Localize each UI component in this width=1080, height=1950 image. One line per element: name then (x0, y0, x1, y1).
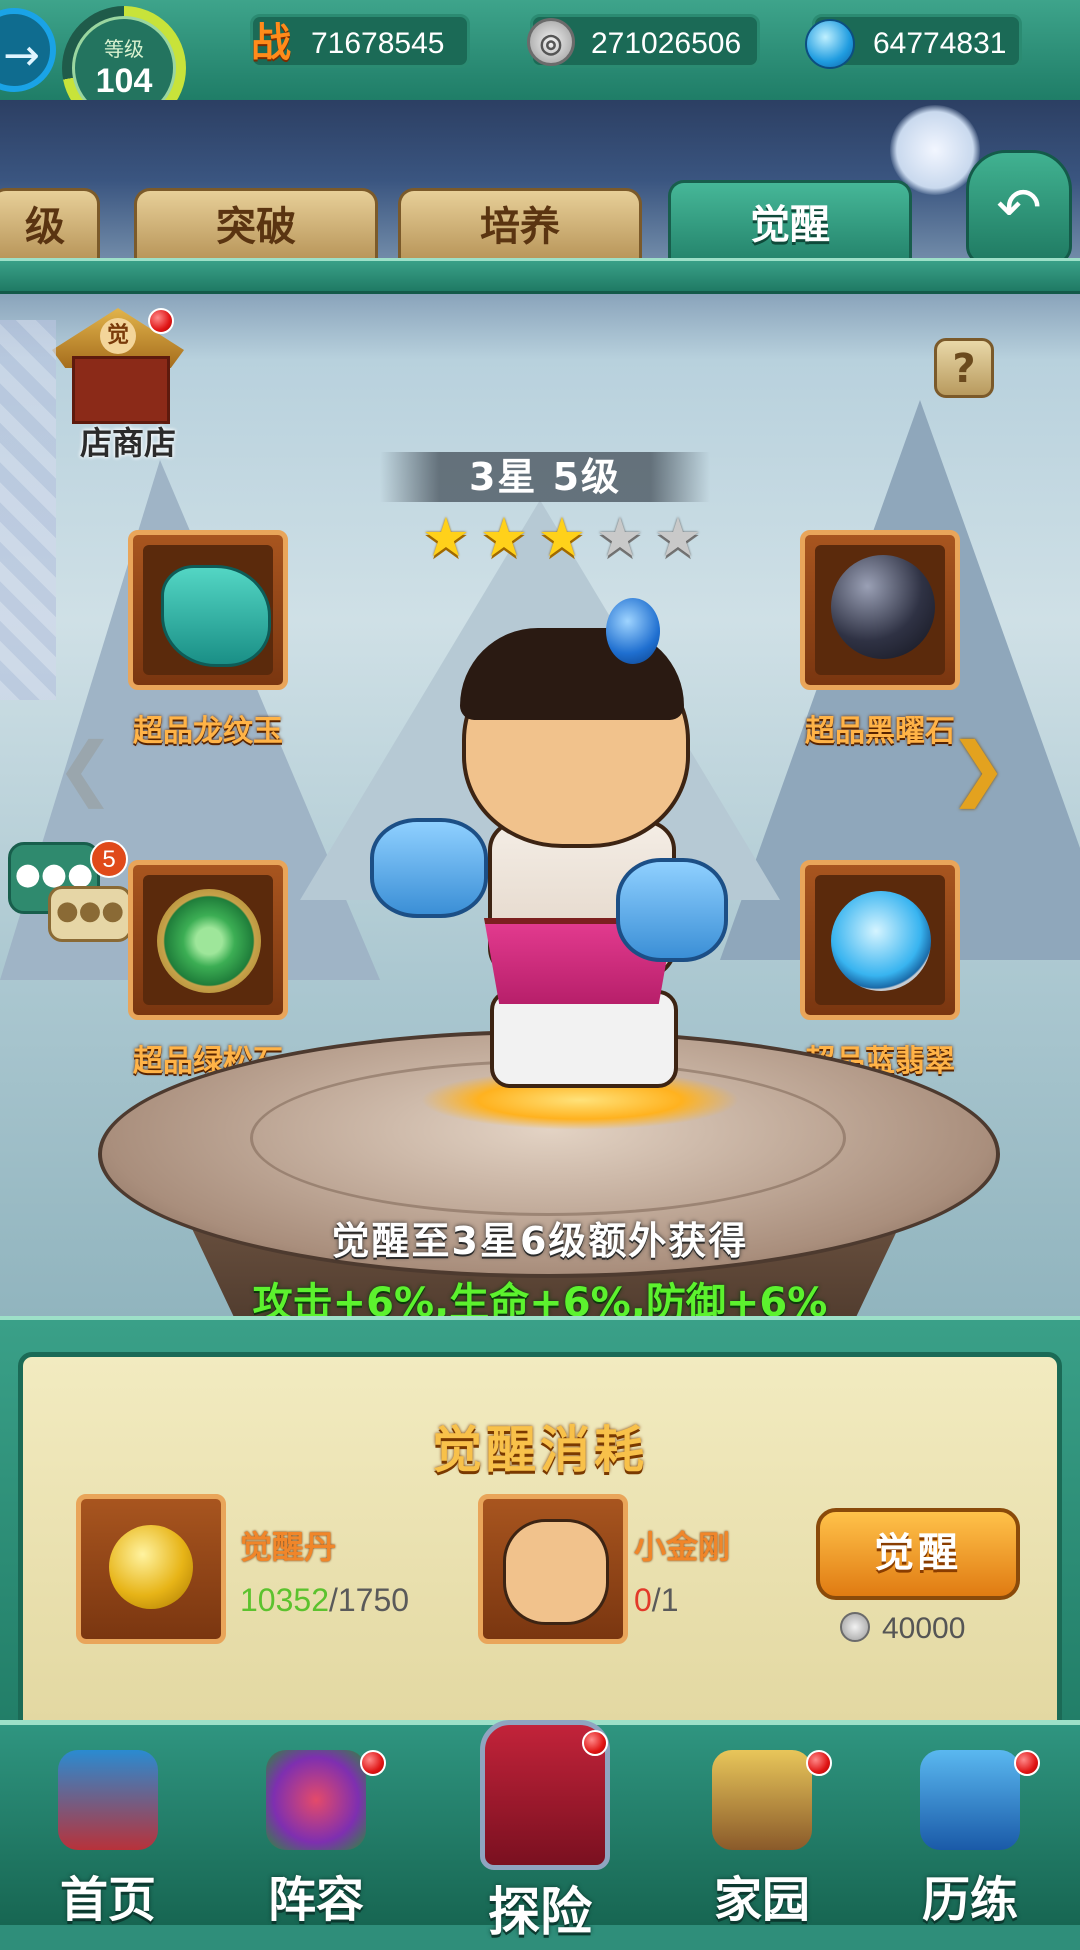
nav-home[interactable]: 首页 (18, 1740, 198, 1940)
combat-power-icon: 战 (251, 19, 291, 66)
lineup-notification-dot (360, 1750, 386, 1776)
material-slot-dragon-jade[interactable] (128, 530, 288, 690)
combat-power-value: 71678545 (311, 27, 445, 60)
nav-homestead[interactable]: 家园 (672, 1740, 852, 1940)
required-count: /1750 (328, 1582, 410, 1618)
material-name: 超品黑曜石 (805, 714, 955, 749)
house-icon (712, 1750, 812, 1850)
shop-label[interactable]: 店商店 (80, 418, 176, 464)
tab-level-up[interactable]: 级 (0, 188, 100, 260)
cost-item-count: 10352/1750 (240, 1582, 409, 1619)
level-label: 等级 (104, 37, 144, 61)
material-name: 超品龙纹玉 (133, 714, 283, 749)
blurred-avatar (0, 320, 56, 700)
pavilion-icon (58, 1750, 158, 1850)
awaken-shop-button[interactable]: 觉 (52, 298, 184, 424)
help-button[interactable]: ? (934, 338, 994, 398)
chat-unread-badge: 5 (90, 840, 128, 878)
star-empty-icon: ★ (595, 506, 645, 569)
gem-value: 64774831 (873, 27, 1007, 60)
cost-panel-title: 觉醒消耗 (432, 1420, 648, 1479)
star-empty-icon: ★ (653, 506, 703, 569)
awaken-pill-icon (109, 1525, 193, 1609)
cost-item-name: 觉醒丹 (240, 1528, 337, 1566)
coin-value: 271026506 (591, 27, 742, 60)
awaken-button[interactable]: 觉醒 (816, 1508, 1020, 1600)
nav-adventure[interactable]: 探险 (450, 1720, 630, 1950)
gourd-icon (606, 598, 660, 664)
return-icon[interactable]: ↶ (966, 150, 1072, 266)
chat-button[interactable]: ●●● ●●● 5 (8, 840, 132, 942)
owned-count: 10352 (240, 1582, 329, 1618)
awaken-next-info: 觉醒至3星6级额外获得 (331, 1219, 749, 1263)
shop-building (72, 356, 170, 424)
coin-icon (840, 1612, 870, 1642)
awaken-pill-slot[interactable] (76, 1494, 226, 1644)
star-filled-icon: ★ (537, 506, 587, 569)
shop-notification-dot (148, 308, 174, 334)
mountain-sword-icon (920, 1750, 1020, 1850)
adventure-notification-dot (582, 1730, 608, 1756)
hero-pants (490, 990, 678, 1088)
cost-item-count: 0/1 (634, 1582, 678, 1619)
previous-hero-arrow-icon[interactable]: ❮ (56, 728, 115, 808)
star-filled-icon: ★ (421, 506, 471, 569)
tab-cultivate[interactable]: 培养 (398, 188, 642, 260)
star-filled-icon: ★ (479, 506, 529, 569)
hero-portrait-icon (503, 1519, 609, 1625)
gourds-icon (266, 1750, 366, 1850)
hero-star-level: 3星 5级 (380, 452, 710, 502)
tab-rail (0, 258, 1080, 294)
material-slot-blue-jade[interactable] (800, 860, 960, 1020)
combat-power-display: 战 71678545 (250, 14, 470, 68)
gem-display[interactable]: 64774831 (805, 14, 1022, 69)
water-gem-icon (805, 19, 855, 69)
tab-awaken[interactable]: 觉醒 (668, 180, 912, 264)
nav-label: 探险 (487, 1882, 592, 1943)
nav-training[interactable]: 历练 (880, 1740, 1060, 1940)
silver-coin-display[interactable]: ◎ 271026506 (527, 14, 760, 68)
coin-icon: ◎ (527, 18, 575, 66)
shop-sign: 觉 (100, 318, 136, 354)
obsidian-icon (831, 555, 935, 659)
hero-fragment-slot[interactable] (478, 1494, 628, 1644)
nav-lineup[interactable]: 阵容 (226, 1740, 406, 1940)
chat-bubble-secondary-icon: ●●● (48, 886, 132, 942)
required-count: /1 (651, 1582, 679, 1618)
crystal-fist-right (616, 858, 728, 962)
homestead-notification-dot (806, 1750, 832, 1776)
awaken-coin-cost: 40000 (840, 1612, 965, 1646)
cost-item-name: 小金刚 (634, 1528, 731, 1566)
blue-jade-icon (831, 891, 931, 991)
turquoise-icon (157, 889, 261, 993)
crystal-fist-left (370, 818, 488, 918)
material-slot-obsidian[interactable] (800, 530, 960, 690)
level-value: 104 (95, 62, 153, 100)
star-rating: ★ ★ ★ ★ ★ (420, 506, 712, 572)
tab-breakthrough[interactable]: 突破 (134, 188, 378, 260)
dragon-jade-icon (161, 565, 271, 667)
owned-count: 0 (634, 1582, 652, 1618)
training-notification-dot (1014, 1750, 1040, 1776)
material-slot-turquoise[interactable] (128, 860, 288, 1020)
